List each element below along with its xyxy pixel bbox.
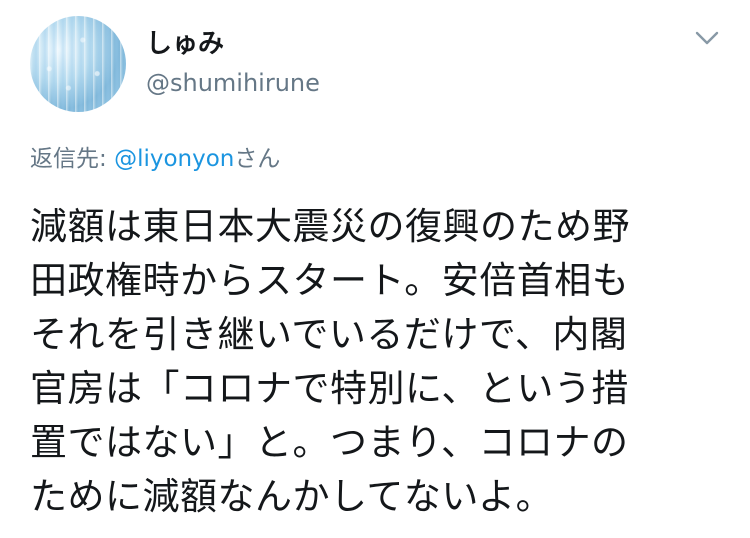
avatar[interactable] [30, 16, 126, 112]
display-name[interactable]: しゅみ [146, 28, 224, 60]
tweet-text: 減額は東日本大震災の復興のため野 田政権時からスタート。安倍首相も それを引き継… [30, 200, 720, 524]
chevron-down-icon[interactable] [694, 28, 720, 48]
tweet-text-line: 置ではない」と。つまり、コロナの [30, 421, 629, 464]
tweet-text-line: 官房は「コロナで特別に、という措 [30, 367, 629, 410]
reply-to-line: 返信先: @liyonyonさん [30, 144, 280, 174]
reply-prefix: 返信先: [30, 146, 115, 172]
tweet-text-line: 田政権時からスタート。安倍首相も [30, 259, 630, 302]
reply-suffix: さん [234, 146, 281, 172]
reply-mention-link[interactable]: @liyonyon [114, 146, 234, 172]
tweet-text-line: 減額は東日本大震災の復興のため野 [30, 205, 630, 248]
tweet-text-line: それを引き継いでいるだけで、内閣 [30, 313, 628, 356]
tweet-text-line: ために減額なんかしてないよ。 [30, 475, 554, 518]
user-handle[interactable]: @shumihirune [146, 68, 320, 98]
